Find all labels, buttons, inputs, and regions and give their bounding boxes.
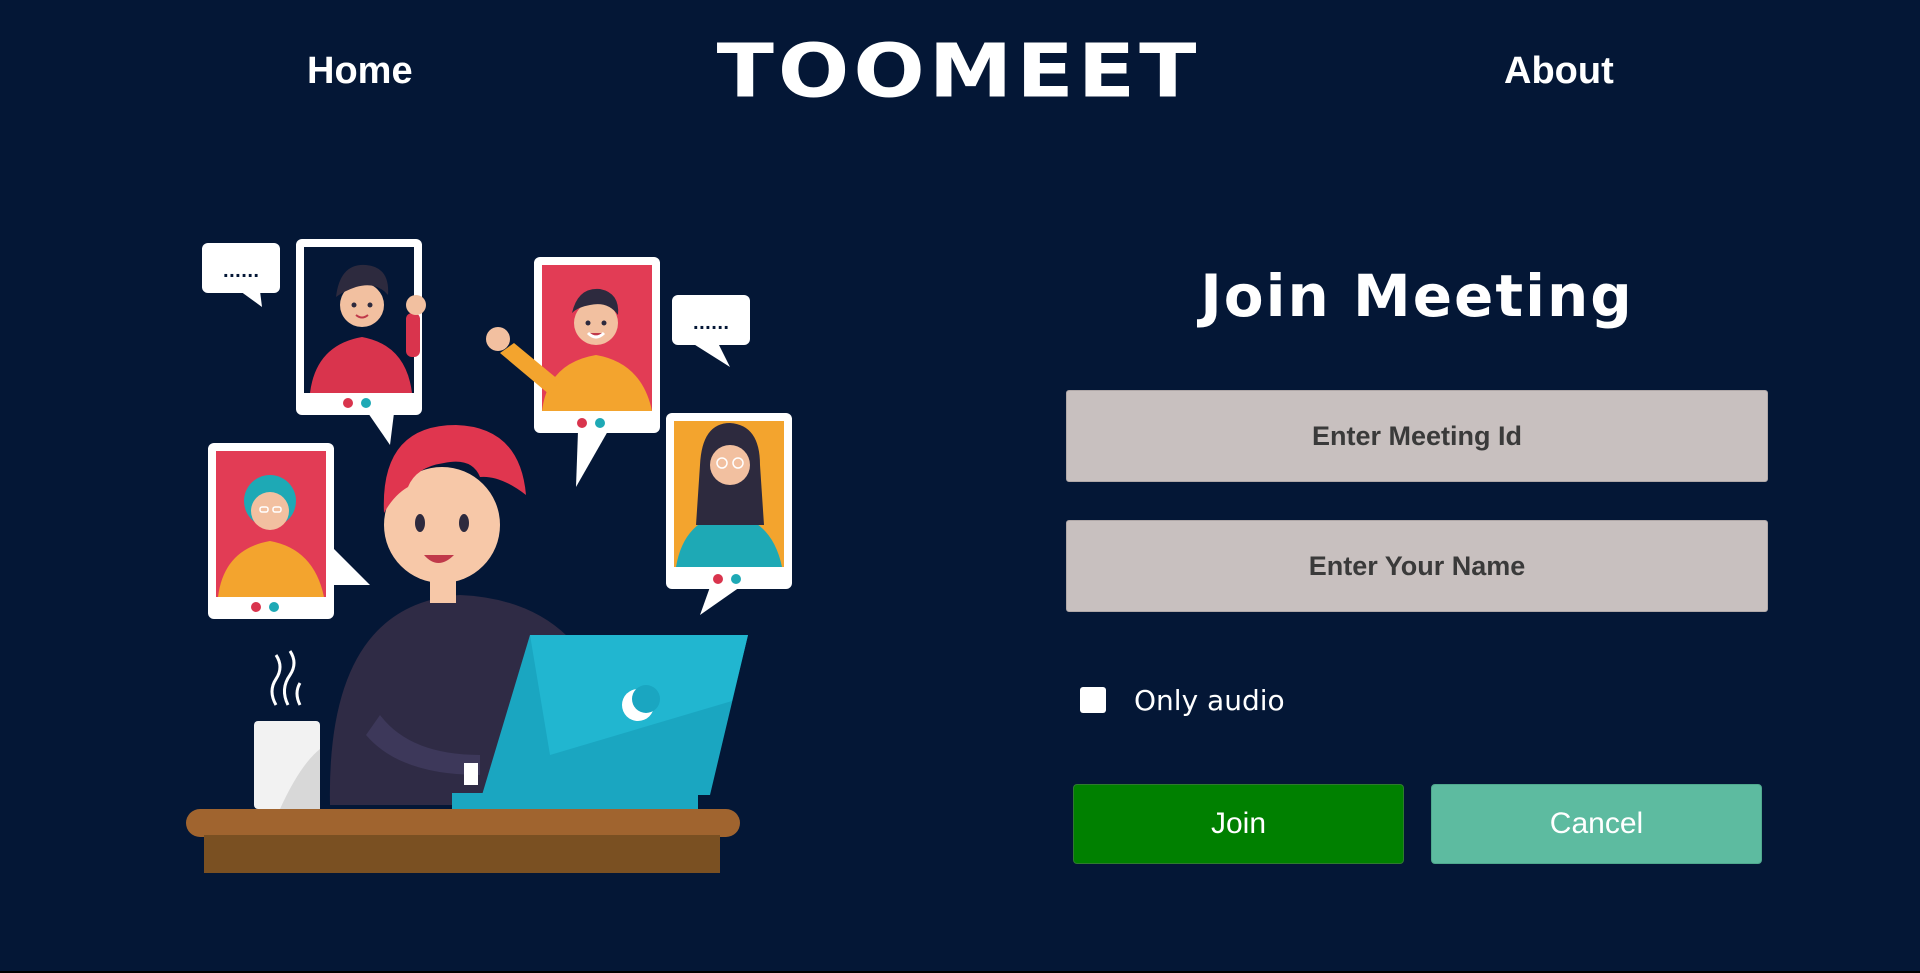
join-button[interactable]: Join bbox=[1073, 784, 1404, 864]
cancel-button[interactable]: Cancel bbox=[1431, 784, 1762, 864]
meeting-id-input[interactable] bbox=[1066, 390, 1768, 482]
only-audio-checkbox[interactable] bbox=[1080, 687, 1106, 713]
only-audio-label: Only audio bbox=[1134, 683, 1285, 717]
video-tile-blue-hair bbox=[208, 443, 370, 619]
chat-bubble-icon: ...... bbox=[202, 243, 280, 307]
brand-logo: TOOMEET bbox=[716, 27, 1201, 115]
svg-text:......: ...... bbox=[693, 314, 729, 333]
chat-bubble-icon: ...... bbox=[672, 295, 750, 367]
nav-home-link[interactable]: Home bbox=[307, 50, 413, 93]
coffee-mug-icon bbox=[254, 650, 320, 809]
form-title: Join Meeting bbox=[1200, 262, 1634, 330]
video-conference-illustration: ...... ...... bbox=[186, 239, 792, 873]
video-tile-dark-hair bbox=[666, 413, 792, 615]
desk bbox=[186, 809, 740, 873]
name-input[interactable] bbox=[1066, 520, 1768, 612]
svg-text:......: ...... bbox=[223, 262, 259, 281]
only-audio-option: Only audio bbox=[1080, 683, 1285, 717]
nav-about-link[interactable]: About bbox=[1504, 50, 1614, 93]
video-tile-red-shirt bbox=[296, 239, 426, 445]
page: Home TOOMEET About ...... ...... Join Me… bbox=[0, 0, 1920, 973]
